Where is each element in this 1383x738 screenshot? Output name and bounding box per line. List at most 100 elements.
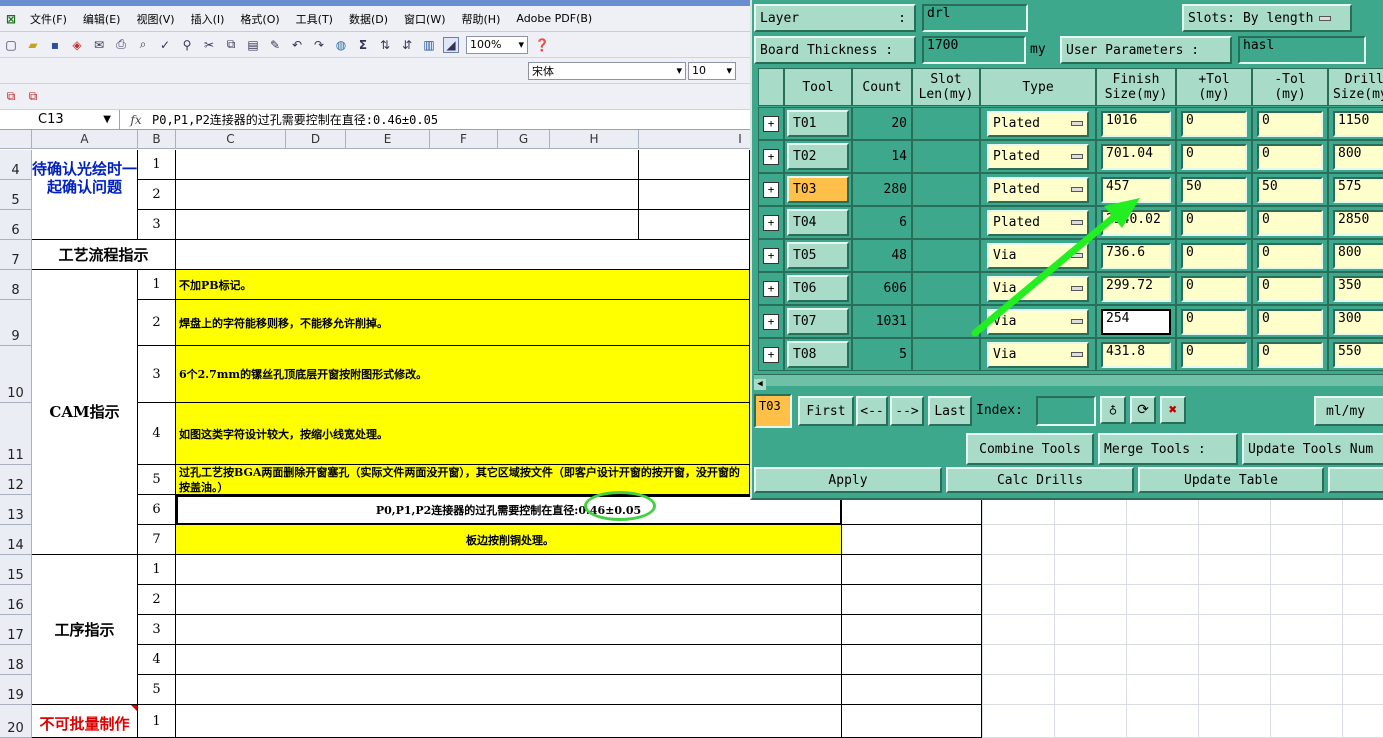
drill-size-input[interactable]: 800 — [1333, 143, 1383, 170]
procedure-num-cell[interactable]: 4 — [138, 645, 176, 675]
procedure-num-cell[interactable]: 1 — [138, 555, 176, 585]
row-header[interactable]: 8 — [0, 270, 32, 300]
finish-size-input[interactable]: 431.8 — [1101, 341, 1171, 368]
formula-input[interactable]: P0,P1,P2连接器的过孔需要控制在直径:0.46±0.05 — [152, 111, 438, 128]
type-select[interactable]: Plated — [987, 176, 1089, 203]
row-header[interactable]: 14 — [0, 525, 32, 555]
procedure-note-cell[interactable] — [842, 615, 982, 645]
row-header[interactable]: 7 — [0, 240, 32, 270]
tool-button[interactable]: T04 — [787, 209, 849, 236]
menu-help[interactable]: 帮助(H) — [454, 11, 509, 27]
row-header[interactable]: 17 — [0, 615, 32, 645]
type-select[interactable]: Via — [987, 275, 1089, 302]
drill-size-input[interactable]: 550 — [1333, 341, 1383, 368]
row-header[interactable]: 16 — [0, 585, 32, 615]
table-header-plus-tol[interactable]: +Tol (my) — [1176, 68, 1252, 106]
tool-button[interactable]: T01 — [787, 110, 849, 137]
procedure-content-cell[interactable] — [176, 555, 842, 585]
minus-tol-input[interactable]: 0 — [1257, 110, 1323, 137]
plus-tol-input[interactable]: 0 — [1181, 209, 1247, 236]
row-header[interactable]: 10 — [0, 346, 32, 403]
cam-item-cell[interactable]: 焊盘上的字符能移则移，不能移允许削掉。 — [176, 300, 750, 346]
procedure-note-cell[interactable] — [842, 675, 982, 705]
convert-and-email-pdf-icon[interactable]: ⧉ — [25, 89, 41, 105]
permission-icon[interactable]: ◈ — [69, 37, 85, 53]
plus-tol-input[interactable]: 0 — [1181, 143, 1247, 170]
finish-size-input[interactable]: 1016 — [1101, 110, 1171, 137]
column-header[interactable]: C — [176, 130, 286, 149]
menu-format[interactable]: 格式(O) — [232, 11, 287, 27]
table-header-drill-size[interactable]: Drill Size(my) — [1328, 68, 1383, 106]
confirm-note-cell[interactable] — [639, 210, 750, 240]
drill-size-input[interactable]: 575 — [1333, 176, 1383, 203]
format-painter-icon[interactable]: ✎ — [267, 37, 283, 53]
column-header[interactable]: E — [346, 130, 430, 149]
minus-tol-input[interactable]: 0 — [1257, 341, 1323, 368]
confirm-num-cell[interactable]: 3 — [138, 210, 176, 240]
tool-button[interactable]: T02 — [787, 143, 849, 170]
drill-size-input[interactable]: 800 — [1333, 242, 1383, 269]
no-mass-content-cell[interactable] — [176, 705, 842, 738]
sort-descending-icon[interactable]: ⇵ — [399, 37, 415, 53]
index-field[interactable] — [1036, 396, 1096, 426]
redo-icon[interactable]: ↷ — [311, 37, 327, 53]
tool-button[interactable]: T08 — [787, 341, 849, 368]
finish-size-input[interactable]: 701.04 — [1101, 143, 1171, 170]
table-header-count[interactable]: Count — [852, 68, 912, 106]
first-button[interactable]: First — [798, 396, 854, 426]
procedure-num-cell[interactable]: 2 — [138, 585, 176, 615]
combine-tools-button[interactable]: Combine Tools — [966, 433, 1094, 465]
layer-field[interactable]: drl — [922, 4, 1028, 32]
plus-tol-input[interactable]: 0 — [1181, 341, 1247, 368]
current-tool-field[interactable]: T03 — [754, 394, 792, 428]
table-header-minus-tol[interactable]: -Tol (my) — [1252, 68, 1328, 106]
expand-icon[interactable]: + — [763, 346, 779, 363]
tool-button[interactable]: T05 — [787, 242, 849, 269]
minus-tol-input[interactable]: 0 — [1257, 275, 1323, 302]
column-header[interactable]: A — [32, 130, 138, 149]
procedure-num-cell[interactable]: 3 — [138, 615, 176, 645]
user-parameters-field[interactable]: hasl — [1238, 36, 1366, 64]
menu-data[interactable]: 数据(D) — [341, 11, 396, 27]
plus-tol-input[interactable]: 0 — [1181, 275, 1247, 302]
function-icon[interactable]: fx — [120, 113, 152, 127]
type-select[interactable]: Via — [987, 341, 1089, 368]
row-header[interactable]: 19 — [0, 675, 32, 705]
table-header-tool[interactable]: Tool — [784, 68, 852, 106]
chart-wizard-icon[interactable]: ▥ — [421, 37, 437, 53]
cam-num-cell[interactable]: 7 — [138, 525, 176, 555]
type-select[interactable]: Via — [987, 308, 1089, 335]
cam-note-cell[interactable] — [842, 525, 982, 555]
menu-view[interactable]: 视图(V) — [128, 11, 182, 27]
confirm-content-cell[interactable] — [176, 150, 639, 180]
cam-item-cell[interactable]: 不加PB标记。 — [176, 270, 750, 300]
minus-tol-input[interactable]: 0 — [1257, 308, 1323, 335]
tool-button[interactable]: T07 — [787, 308, 849, 335]
horizontal-scrollbar[interactable]: ◀ — [754, 374, 1383, 390]
expand-icon[interactable]: + — [763, 313, 779, 330]
menu-window[interactable]: 窗口(W) — [396, 11, 453, 27]
tool-button[interactable]: T06 — [787, 275, 849, 302]
last-button[interactable]: Last — [928, 396, 972, 426]
plus-tol-input[interactable]: 0 — [1181, 110, 1247, 137]
save-icon[interactable]: ▪ — [47, 37, 63, 53]
column-header[interactable]: G — [498, 130, 550, 149]
refresh-icon[interactable]: ⟳ — [1130, 396, 1156, 424]
table-header-slot-len[interactable]: Slot Len(my) — [912, 68, 980, 106]
procedure-content-cell[interactable] — [176, 675, 842, 705]
row-header[interactable]: 11 — [0, 403, 32, 465]
expand-icon[interactable]: + — [763, 115, 779, 132]
confirm-note-cell[interactable] — [639, 180, 750, 210]
process-flow-cell[interactable]: 工艺流程指示 — [32, 240, 176, 270]
menu-adobe-pdf[interactable]: Adobe PDF(B) — [508, 12, 600, 25]
confirm-note-cell[interactable] — [639, 150, 750, 180]
menu-file[interactable]: 文件(F) — [22, 11, 75, 27]
drill-size-input[interactable]: 350 — [1333, 275, 1383, 302]
slots-select[interactable]: Slots: By length — [1182, 4, 1352, 32]
cut-icon[interactable]: ✂ — [201, 37, 217, 53]
confirm-content-cell[interactable] — [176, 210, 639, 240]
cam-num-cell[interactable]: 6 — [138, 495, 176, 525]
spelling-icon[interactable]: ✓ — [157, 37, 173, 53]
update-table-button[interactable]: Update Table — [1138, 467, 1324, 493]
cam-item-cell[interactable]: 板边按削铜处理。 — [176, 525, 842, 555]
